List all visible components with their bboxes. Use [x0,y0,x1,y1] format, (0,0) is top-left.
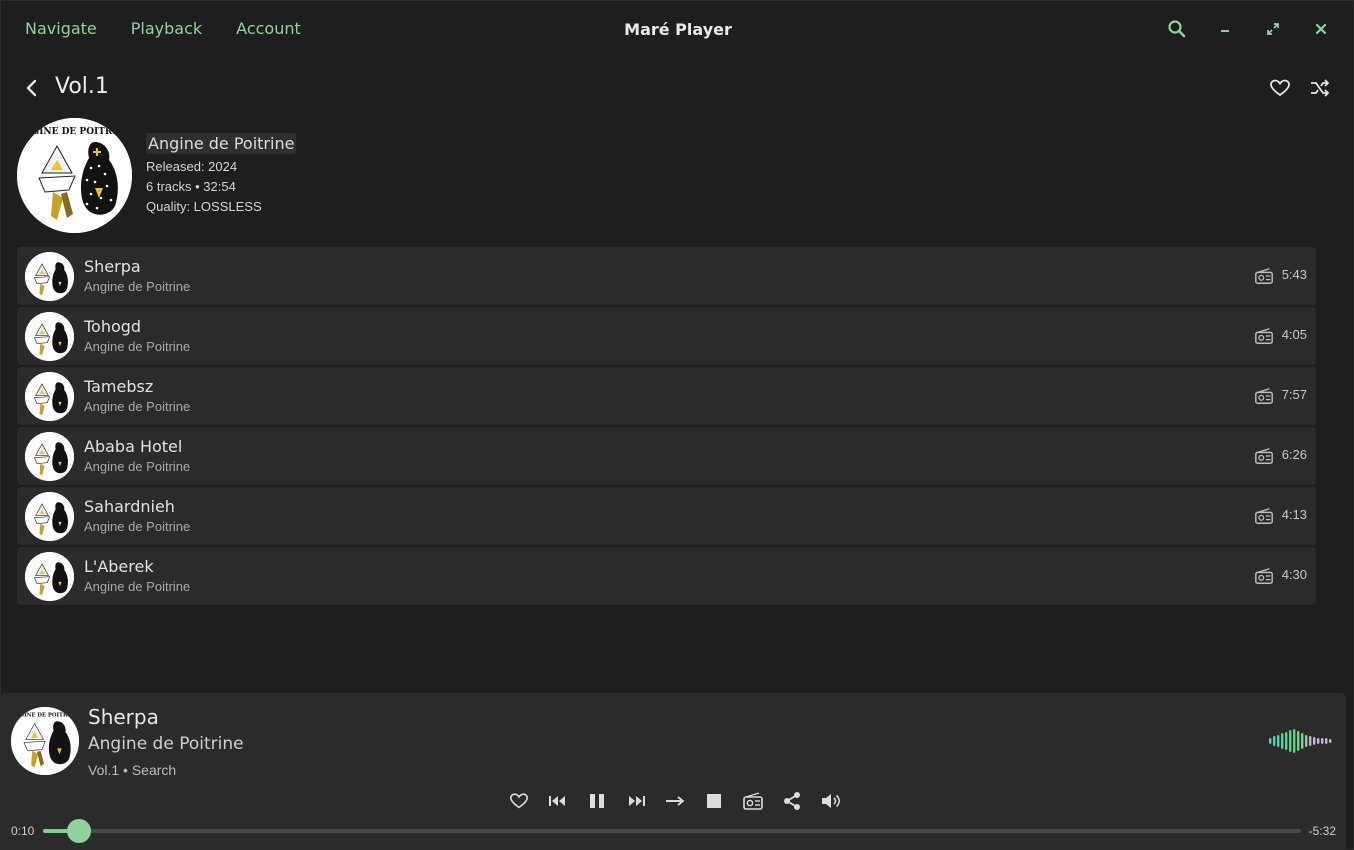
radio-icon[interactable] [1254,506,1274,526]
album-cover: ANGINE DE POITRINE [17,118,132,233]
player-bar: ANGINE DE POITRINE Sherpa Angine de Poit… [1,693,1346,850]
track-title: Sherpa [84,257,141,276]
track-art-image [25,432,74,481]
album-artist-link[interactable]: Angine de Poitrine [146,133,297,154]
previous-icon[interactable] [546,791,570,811]
track-art-image [25,372,74,421]
radio-icon[interactable] [1254,326,1274,346]
pause-icon[interactable] [585,791,609,811]
page-title: Vol.1 [55,74,109,99]
track-duration: 5:43 [1281,267,1307,282]
track-art-image [25,312,74,361]
track-artist: Angine de Poitrine [84,519,191,534]
track-row[interactable]: Tohogd Angine de Poitrine 4:05 [17,307,1316,365]
track-title: Tohogd [84,317,142,336]
now-playing-title: Sherpa [88,705,159,729]
track-duration: 6:26 [1281,447,1307,462]
track-art-image [25,552,74,601]
heart-icon[interactable] [1269,77,1291,99]
now-playing-cover[interactable]: ANGINE DE POITRINE [11,707,79,775]
track-title: Ababa Hotel [84,437,183,456]
repeat-icon[interactable] [663,791,687,811]
search-icon[interactable] [1159,15,1195,43]
track-artist: Angine de Poitrine [84,279,191,294]
track-artist: Angine de Poitrine [84,399,191,414]
track-list: Sherpa Angine de Poitrine 5:43 Tohogd Angine… [17,247,1316,607]
now-playing-art-image: ANGINE DE POITRINE [11,707,79,775]
track-duration: 4:13 [1281,507,1307,522]
cover-lettering: ANGINE DE POITRINE [11,712,79,718]
window-controls [1159,15,1339,43]
seek-bar[interactable] [43,819,1301,843]
track-artist: Angine de Poitrine [84,339,191,354]
track-art-image [25,252,74,301]
album-meta: Angine de Poitrine Released: 2024 6 trac… [146,133,297,214]
track-title: L'Aberek [84,557,154,576]
track-thumbnail [25,372,74,421]
audio-visualizer [1269,729,1332,753]
minimize-icon[interactable] [1207,15,1243,43]
track-thumbnail [25,432,74,481]
app-title: Maré Player [624,20,732,39]
track-duration: 7:57 [1281,387,1307,402]
volume-icon[interactable] [819,791,843,811]
track-thumbnail [25,552,74,601]
radio-icon[interactable] [1254,266,1274,286]
radio-icon[interactable] [741,791,765,811]
heart-icon[interactable] [507,791,531,811]
album-actions [1269,77,1331,99]
track-thumbnail [25,312,74,361]
track-thumbnail [25,252,74,301]
track-title: Tamebsz [84,377,154,396]
maximize-icon[interactable] [1255,15,1291,43]
back-icon[interactable] [21,77,43,99]
close-icon[interactable] [1303,15,1339,43]
cover-lettering: ANGINE DE POITRINE [17,127,132,137]
track-art-image [25,492,74,541]
elapsed-time: 0:10 [11,824,35,838]
share-icon[interactable] [780,791,804,811]
track-title: Sahardnieh [84,497,175,516]
seek-handle[interactable] [67,819,92,843]
track-artist: Angine de Poitrine [84,579,191,594]
radio-icon[interactable] [1254,446,1274,466]
track-duration: 4:05 [1281,327,1307,342]
track-row[interactable]: Ababa Hotel Angine de Poitrine 6:26 [17,427,1316,485]
album-quality: Quality: LOSSLESS [146,199,262,214]
playback-controls [507,791,843,811]
track-duration: 4:30 [1281,567,1307,582]
album-released: Released: 2024 [146,159,238,174]
app-window: Navigate Playback Account Maré Player Vo… [0,0,1354,850]
shuffle-icon[interactable] [1309,77,1331,99]
remaining-time: -5:32 [1308,824,1336,838]
now-playing-artist[interactable]: Angine de Poitrine [88,734,244,754]
track-thumbnail [25,492,74,541]
album-summary: 6 tracks • 32:54 [146,179,236,194]
track-row[interactable]: Sherpa Angine de Poitrine 5:43 [17,247,1316,305]
stop-icon[interactable] [702,791,726,811]
track-artist: Angine de Poitrine [84,459,191,474]
next-icon[interactable] [624,791,648,811]
radio-icon[interactable] [1254,566,1274,586]
track-row[interactable]: Sahardnieh Angine de Poitrine 4:13 [17,487,1316,545]
track-row[interactable]: L'Aberek Angine de Poitrine 4:30 [17,547,1316,605]
album-art-image: ANGINE DE POITRINE [17,118,132,233]
now-playing-context[interactable]: Vol.1 • Search [88,762,176,778]
track-row[interactable]: Tamebsz Angine de Poitrine 7:57 [17,367,1316,425]
radio-icon[interactable] [1254,386,1274,406]
